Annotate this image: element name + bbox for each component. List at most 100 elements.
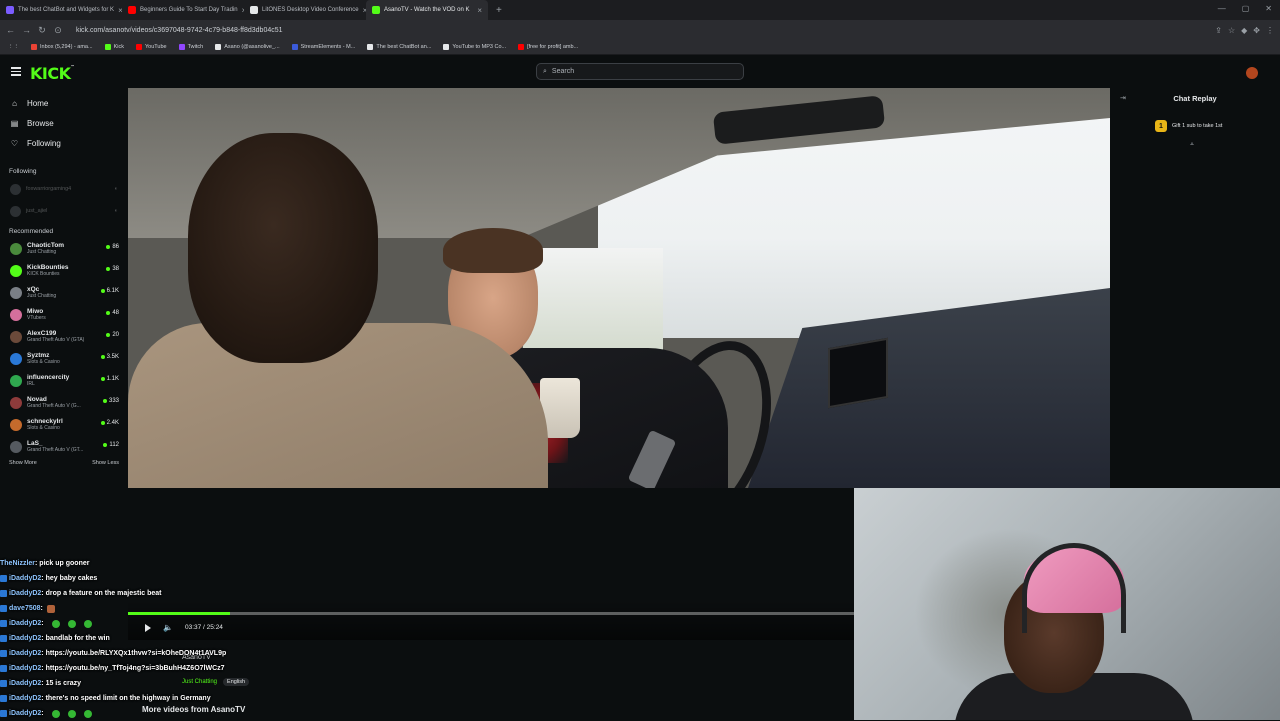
recommended-channel-item[interactable]: LaS_ Grand Theft Auto V (GT... 112 (0, 436, 128, 458)
window-controls: — ▢ ✕ (1218, 4, 1272, 13)
browser-tab[interactable]: Beginners Guide To Start Day Tradin × (122, 0, 244, 20)
hamburger-menu-icon[interactable] (11, 67, 21, 76)
recommended-channel-item[interactable]: AlexC199 Grand Theft Auto V (GTA) 20 (0, 326, 128, 348)
recommended-channel-item[interactable]: schneckyIrl Slots & Casino 2.4K (0, 414, 128, 436)
recommended-channel-item[interactable]: Novad Grand Theft Auto V (G... 333 (0, 392, 128, 414)
menu-dots-icon[interactable]: ⋮ (1266, 26, 1274, 35)
expand-leaderboard-icon[interactable]: ⩡ (1190, 141, 1194, 149)
apps-grid-icon[interactable]: ⋮⋮ (8, 44, 19, 50)
new-tab-icon[interactable]: + (488, 5, 510, 16)
bookmark-item[interactable]: Kick (104, 44, 124, 50)
channel-category: Slots & Casino (27, 359, 60, 365)
star-icon[interactable]: ☆ (1228, 26, 1235, 35)
video-frame-car-screen (828, 337, 888, 409)
channel-avatar (10, 375, 22, 387)
bookmark-item[interactable]: The best ChatBot an... (367, 44, 431, 50)
maximize-icon[interactable]: ▢ (1242, 4, 1250, 13)
channel-category: Grand Theft Auto V (G... (27, 403, 81, 409)
browser-tab[interactable]: LitONES Desktop Video Conference × (244, 0, 366, 20)
recommended-channel-item[interactable]: ChaoticTom Just Chatting 86 (0, 238, 128, 260)
recommended-channel-text: xQc Just Chatting (27, 286, 56, 300)
forward-icon[interactable]: → (22, 25, 31, 35)
minimize-icon[interactable]: — (1218, 4, 1226, 13)
gift-sub-text: Gift 1 sub to take 1st (1172, 123, 1223, 129)
tab-close-icon[interactable]: × (477, 6, 482, 15)
bookmark-label: YouTube (144, 44, 167, 50)
subscriber-badge-icon (0, 665, 7, 672)
chat-overlay-message: iDaddyD2: drop a feature on the majestic… (0, 586, 300, 601)
live-dot-icon (106, 245, 111, 249)
chat-message-text: : https://youtu.be/RLYXQx1thvw?si=kOheDO… (41, 650, 227, 657)
bookmark-favicon-icon (31, 44, 37, 50)
bookmark-label: StreamElements - M... (300, 44, 356, 50)
channel-avatar (10, 243, 22, 255)
channel-avatar (10, 397, 22, 409)
channel-avatar (10, 309, 22, 321)
bookmark-item[interactable]: [free for profit] amb... (518, 44, 578, 50)
viewer-count: 2.4K (100, 420, 119, 426)
viewer-count: 333 (102, 398, 119, 404)
chat-message-text: : 15 is crazy (41, 680, 81, 687)
show-less-button[interactable]: Show Less (92, 460, 119, 466)
user-avatar[interactable] (1246, 67, 1258, 79)
recommended-channel-item[interactable]: Syztmz Slots & Casino 3.5K (0, 348, 128, 370)
extension-icon[interactable]: ◆ (1241, 26, 1247, 35)
live-dot-icon (100, 421, 105, 425)
following-channel-item[interactable]: foxwarriorgaming4 ◐ (0, 178, 128, 200)
sidebar-item-following[interactable]: ♡ Following (0, 133, 128, 153)
bookmark-favicon-icon (178, 44, 185, 50)
sidebar: ⌂ Home ▤ Browse ♡ Following Following foxwarr… (0, 88, 128, 548)
share-icon[interactable]: ⇪ (1215, 26, 1222, 35)
channel-avatar (10, 331, 22, 343)
webcam-overlay (854, 488, 1280, 720)
sidebar-item-home[interactable]: ⌂ Home (0, 93, 128, 113)
live-dot-icon (106, 311, 111, 315)
back-icon[interactable]: ← (6, 25, 15, 35)
show-more-button[interactable]: Show More (9, 460, 37, 466)
chat-message-text: : pick up gooner (35, 560, 90, 567)
bookmark-item[interactable]: Inbox (5,294) - ama... (31, 44, 93, 50)
bookmark-label: [free for profit] amb... (527, 44, 579, 50)
sidebar-item-browse[interactable]: ▤ Browse (0, 113, 128, 133)
bookmark-item[interactable]: Asano (@asanolive_... (215, 44, 280, 50)
chat-message-text: : drop a feature on the majestic beat (41, 590, 162, 597)
browser-tab[interactable]: The best ChatBot and Widgets for K × (0, 0, 122, 20)
tab-title: AsanoTV - Watch the VOD on K (384, 7, 470, 13)
bookmark-item[interactable]: Twitch (178, 44, 203, 50)
recommended-channel-text: Novad Grand Theft Auto V (G... (27, 396, 81, 410)
pepe-emote-icon (83, 709, 92, 718)
bookmark-item[interactable]: StreamElements - M... (291, 44, 356, 50)
kick-logo[interactable]: KICK™ (30, 64, 74, 83)
bookmark-item[interactable]: YouTube (135, 44, 167, 50)
chat-username: iDaddyD2 (9, 620, 42, 627)
reload-icon[interactable]: ↻ (38, 25, 46, 36)
channel-avatar (10, 353, 22, 365)
gift-sub-banner[interactable]: 1 Gift 1 sub to take 1st (1155, 120, 1222, 132)
close-window-icon[interactable]: ✕ (1265, 4, 1272, 13)
site-info-icon[interactable]: ⊙ (54, 25, 62, 36)
video-player[interactable] (128, 88, 1110, 488)
recommended-channel-item[interactable]: influencercity IRL 1.1K (0, 370, 128, 392)
recommended-channel-item[interactable]: Miwo VTubers 48 (0, 304, 128, 326)
bookmark-label: Inbox (5,294) - ama... (40, 44, 93, 50)
subscriber-badge-icon (0, 605, 7, 612)
tab-favicon-icon (372, 6, 380, 14)
puzzle-icon[interactable]: ✥ (1253, 26, 1260, 35)
following-channel-item[interactable]: just_ajiel ◐ (0, 200, 128, 222)
url-field[interactable]: kick.com/asanotv/videos/c3697048-9742-4c… (70, 27, 1207, 34)
subscriber-badge-icon (0, 695, 7, 702)
channel-category: Grand Theft Auto V (GT... (27, 447, 84, 453)
browser-tab[interactable]: AsanoTV - Watch the VOD on K × (366, 0, 488, 20)
channel-name: schneckyIrl (27, 418, 63, 425)
bookmark-favicon-icon (215, 44, 222, 50)
recommended-channel-text: AlexC199 Grand Theft Auto V (GTA) (27, 330, 84, 344)
recommended-channel-text: Syztmz Slots & Casino (27, 352, 60, 366)
bookmark-favicon-icon (291, 44, 298, 50)
search-input[interactable]: ⌕ Search (536, 63, 744, 80)
channel-category: Grand Theft Auto V (GTA) (27, 337, 85, 343)
viewer-count-value: 1.1K (106, 376, 119, 382)
browser-tab-strip: The best ChatBot and Widgets for K × Begin… (0, 0, 1280, 20)
recommended-channel-item[interactable]: xQc Just Chatting 6.1K (0, 282, 128, 304)
bookmark-item[interactable]: YouTube to MP3 Co... (443, 44, 506, 50)
recommended-channel-item[interactable]: KickBounties KICK Bounties 38 (0, 260, 128, 282)
